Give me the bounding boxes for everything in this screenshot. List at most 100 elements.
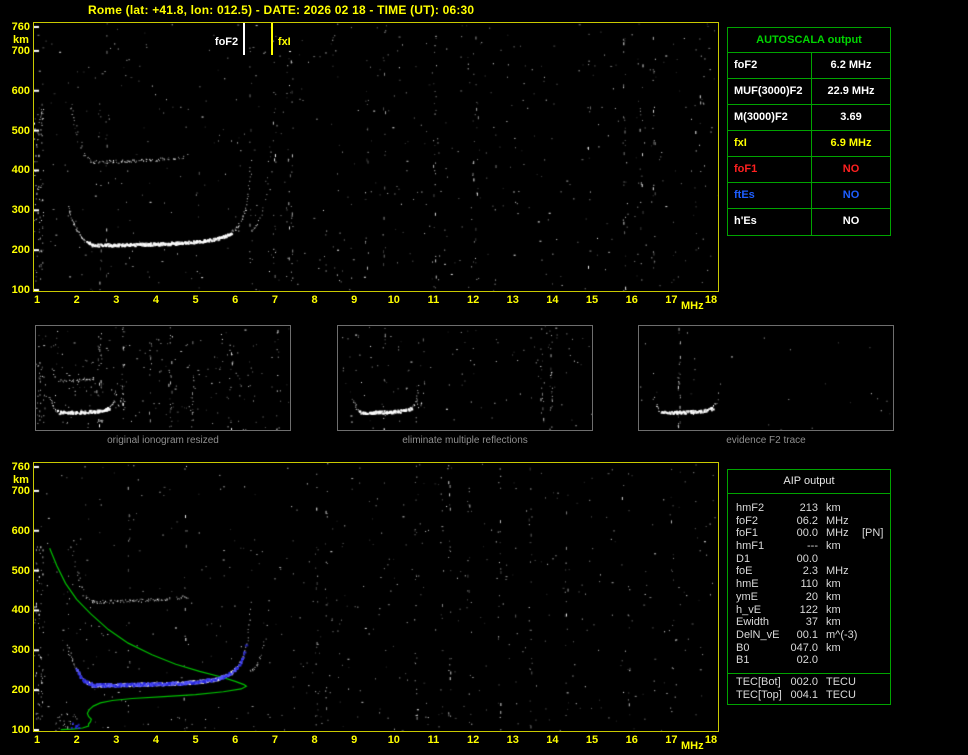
x-tick-label: 2 [73, 734, 80, 746]
x-tick-label: 9 [351, 734, 358, 746]
x-tick-label: 3 [113, 734, 120, 746]
y-tick-label: 700 [11, 484, 30, 497]
autoscala-param-value: 6.2 MHz [830, 59, 872, 71]
x-tick-label: 15 [585, 734, 599, 746]
aip-param-unit: km [826, 603, 841, 616]
autoscala-param-value: NO [842, 189, 860, 201]
thumbnail-canvas-3 [639, 326, 893, 430]
aip-param-value: 00.0 [796, 552, 818, 565]
aip-param-name: foE [736, 565, 753, 578]
aip-param-unit: m^(-3) [826, 628, 858, 641]
aip-param-unit [826, 553, 856, 566]
y-tick-label: 500 [11, 124, 30, 137]
autoscala-app-window: { "header": { "title": "Rome (lat: +41.8… [0, 0, 968, 755]
autoscala-row-fxi: fxI 6.9 MHz [728, 131, 890, 157]
x-tick-label: 3 [113, 294, 120, 306]
aip-param-unit: MHz [826, 514, 849, 527]
top-ionogram-plot: foF2 fxI [33, 22, 719, 292]
aip-row-fof2: foF2 06.2 MHz [728, 515, 890, 528]
aip-panel-title: AIP output [728, 470, 890, 494]
x-tick-label: 10 [387, 734, 400, 746]
autoscala-row-fof1: foF1 NO [728, 157, 890, 183]
autoscala-param-value: NO [842, 215, 860, 227]
top-ionogram-canvas [34, 23, 718, 291]
x-tick-label: 4 [152, 294, 159, 306]
aip-row-deln_ve: DelN_vE 00.1 m^(-3) [728, 629, 890, 642]
aip-param-name: h_vE [736, 603, 762, 616]
autoscala-row-ftes: ftEs NO [728, 183, 890, 209]
aip-row-b0: B0 047.0 km [728, 642, 890, 655]
aip-param-name: foF2 [736, 514, 759, 527]
x-tick-label: 14 [546, 294, 559, 306]
aip-param-value: --- [807, 540, 818, 553]
aip-row-d1: D1 00.0 [728, 553, 890, 566]
aip-param-value: 004.1 [790, 688, 818, 701]
autoscala-table-title: AUTOSCALA output [728, 28, 890, 53]
aip-row-hme: hmE 110 km [728, 578, 890, 591]
aip-param-unit: TECU [826, 675, 856, 688]
x-tick-label: 7 [271, 294, 278, 306]
aip-param-name: TEC[Top] [736, 688, 782, 701]
thumbnail-canvas-2 [338, 326, 592, 430]
y-tick-label: 600 [11, 524, 30, 537]
aip-row-b1: B1 02.0 [728, 654, 890, 667]
x-tick-label: 6 [232, 294, 239, 306]
aip-row-yme: ymE 20 km [728, 591, 890, 604]
x-tick-label: 8 [311, 734, 318, 746]
marker-line-fof2 [243, 23, 246, 55]
aip-param-unit: km [826, 502, 841, 514]
x-tick-label: 15 [585, 294, 599, 306]
y-tick-label: 300 [11, 644, 30, 657]
x-tick-label: 1 [33, 294, 41, 306]
aip-param-name: hmF1 [736, 540, 765, 553]
y-tick-label: 400 [11, 604, 30, 617]
aip-param-unit: km [826, 641, 841, 654]
aip-tec-row-tec[bot]: TEC[Bot] 002.0 TECU [728, 676, 890, 689]
aip-param-value: 047.0 [790, 641, 818, 654]
aip-param-value: 110 [800, 578, 818, 591]
aip-output-panel: AIP output hmF2 213 km foF2 06.2 MHz foF1 00.0 M… [727, 469, 891, 706]
x-axis-unit: MHz [681, 300, 704, 312]
window-title: Rome (lat: +41.8, lon: 012.5) - DATE: 20… [88, 3, 475, 17]
aip-row-ewidth: Ewidth 37 km [728, 616, 890, 629]
aip-param-value: 213 [799, 502, 818, 514]
thumbnail-panel-1 [35, 325, 291, 431]
x-tick-label: 10 [387, 294, 400, 306]
aip-param-name: hmE [736, 578, 759, 591]
y-tick-label: 760 [11, 21, 30, 33]
aip-param-name: TEC[Bot] [736, 675, 781, 688]
aip-param-unit: TECU [826, 688, 856, 701]
x-tick-label: 11 [427, 294, 440, 306]
x-tick-label: 16 [625, 294, 638, 306]
aip-param-note: [PN] [862, 527, 884, 540]
x-tick-label: 6 [232, 734, 239, 746]
x-axis-unit: MHz [681, 740, 704, 752]
aip-param-value: 2.3 [802, 565, 818, 578]
y-tick-label: 200 [11, 684, 30, 697]
x-tick-label: 13 [506, 294, 519, 306]
marker-label-fxi: fxI [277, 36, 291, 48]
y-tick-label: 200 [11, 244, 30, 257]
aip-param-unit: km [826, 616, 841, 629]
autoscala-row-muf(3000)f2: MUF(3000)F2 22.9 MHz [728, 79, 890, 105]
aip-row-hmf1: hmF1 --- km [728, 540, 890, 553]
aip-row-fof1: foF1 00.0 MHz [PN] [728, 527, 890, 540]
aip-param-unit: MHz [826, 565, 849, 578]
y-tick-label: 400 [11, 164, 30, 177]
autoscala-output-table: AUTOSCALA output foF2 6.2 MHz MUF(3000)F2 2… [727, 27, 891, 236]
aip-param-value: 00.0 [796, 527, 818, 540]
autoscala-param-name: h'Es [728, 209, 812, 235]
autoscala-param-name: fxI [728, 131, 812, 156]
aip-tec-row-tec[top]: TEC[Top] 004.1 TECU [728, 689, 890, 702]
x-tick-label: 4 [152, 734, 159, 746]
x-tick-label: 17 [665, 294, 678, 306]
thumbnail-panel-3 [638, 325, 894, 431]
thumbnail-caption-2: eliminate multiple reflections [402, 435, 528, 446]
aip-row-h_ve: h_vE 122 km [728, 604, 890, 617]
x-tick-label: 12 [466, 734, 480, 746]
x-tick-label: 5 [192, 734, 199, 746]
y-tick-label: 600 [11, 84, 30, 97]
aip-param-name: B0 [736, 641, 750, 654]
marker-line-fxi [270, 23, 273, 55]
aip-param-unit: km [826, 540, 841, 553]
